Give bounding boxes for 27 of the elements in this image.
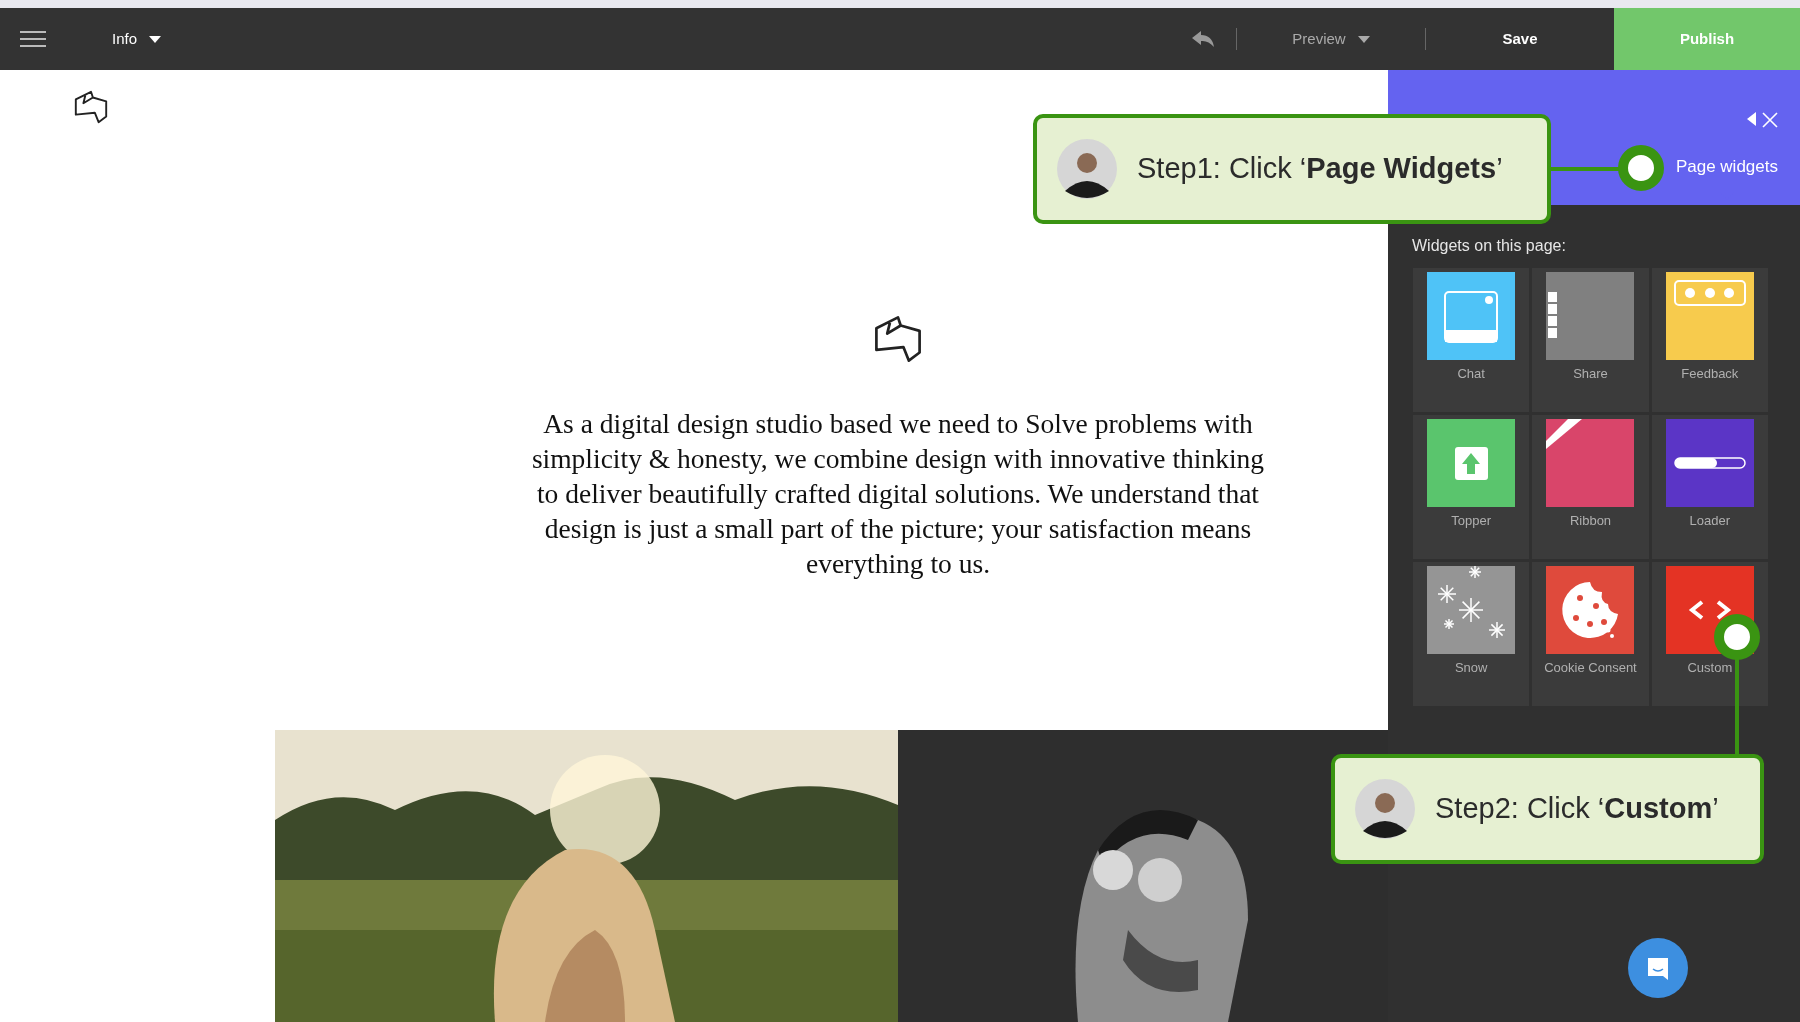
widget-tile[interactable]: Feedback [1651,268,1768,412]
widget-tile[interactable]: Loader [1651,415,1768,559]
widget-tile[interactable]: Share [1532,268,1649,412]
caret-icon [1357,35,1370,43]
widget-tile[interactable]: Ribbon [1532,415,1649,559]
menu-icon[interactable] [20,28,46,50]
widget-tile[interactable]: Chat [1413,268,1530,412]
avatar-icon [1355,779,1415,839]
avatar-icon [1057,139,1117,199]
widget-tile[interactable]: Custom [1651,562,1768,706]
logo-icon [72,88,110,126]
caret-icon [149,35,162,43]
widgets-heading: Widgets on this page: [1411,236,1567,256]
close-icon[interactable] [1762,112,1778,128]
widget-tile[interactable]: Topper [1413,415,1530,559]
undo-icon[interactable] [1192,31,1214,47]
widget-tile[interactable]: Snow [1413,562,1530,706]
preview-dropdown[interactable]: Preview [1237,27,1425,51]
widget-tile[interactable]: Cookie Consent [1532,562,1649,706]
step-instruction: Step1: Click ‘Page Widgets’ [1137,151,1503,187]
save-button[interactable]: Save [1426,8,1614,70]
step-instruction: Step2: Click ‘Custom’ [1435,791,1719,827]
chat-icon [1645,955,1671,981]
panel-tab[interactable]: Page widgets [1675,154,1778,180]
collapse-icon[interactable] [1747,112,1756,126]
page-dropdown[interactable]: Info [112,27,162,51]
intro-paragraph: As a digital design studio based we need to Solve problems with simplicity & honesty, we combine design with innovative thinking to deliver beautifully crafted digital solutions. We understand that design is just a small part of the picture; your satisfaction means everything to us. [530,407,1266,581]
